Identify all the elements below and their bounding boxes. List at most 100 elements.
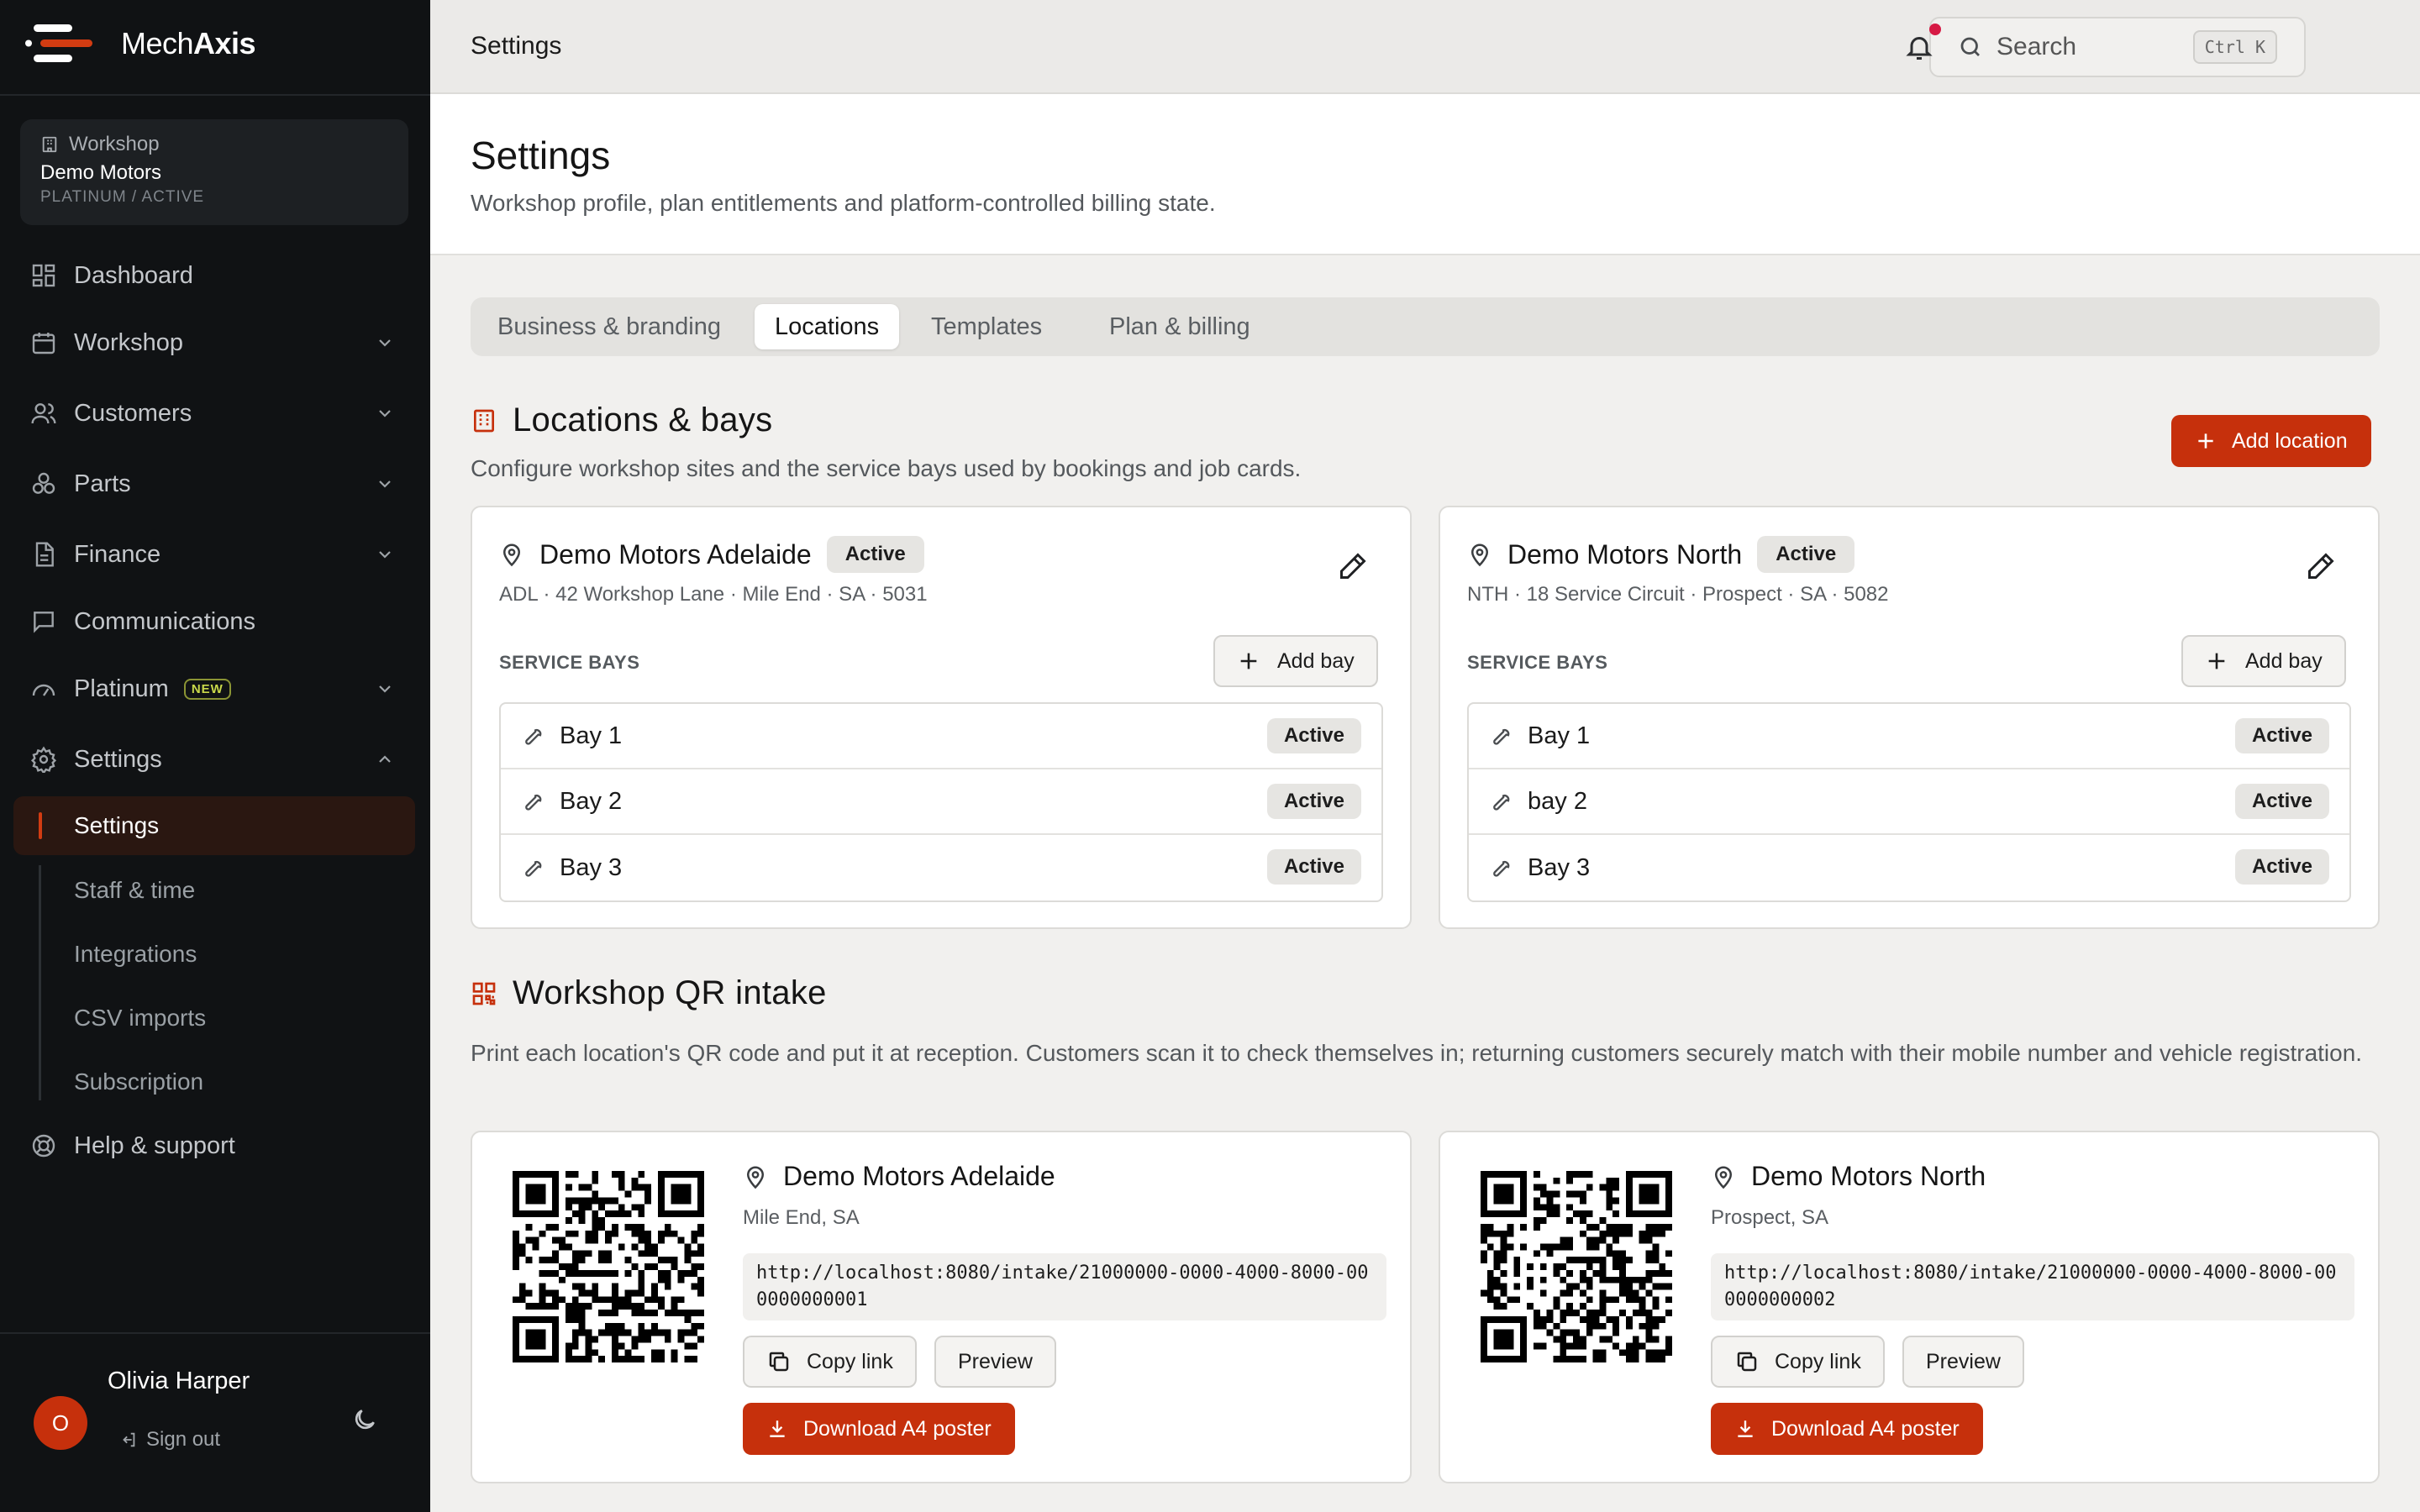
workspace-name: Demo Motors <box>40 161 162 184</box>
logo-icon <box>25 24 92 62</box>
nav-sub-subscription[interactable]: Subscription <box>34 1057 410 1107</box>
add-bay-button[interactable]: Add bay <box>1213 635 1378 687</box>
intake-url[interactable]: http://localhost:8080/intake/21000000-00… <box>743 1253 1386 1320</box>
bay-name: Bay 3 <box>1528 853 1591 881</box>
new-badge: NEW <box>183 678 231 700</box>
nav-label: Settings <box>74 812 160 838</box>
section-title: Locations & bays <box>513 402 773 438</box>
tab-business-branding[interactable]: Business & branding <box>477 304 741 349</box>
chevron-up-icon <box>379 755 391 763</box>
nav-settings[interactable]: Settings <box>13 732 415 786</box>
section-title: Workshop QR intake <box>513 974 827 1011</box>
notification-dot <box>1929 24 1941 35</box>
download-icon <box>770 1420 785 1437</box>
download-poster-button[interactable]: Download A4 poster <box>743 1403 1015 1455</box>
download-icon <box>1738 1420 1753 1437</box>
button-label: Download A4 poster <box>803 1416 992 1441</box>
intake-url[interactable]: http://localhost:8080/intake/21000000-00… <box>1711 1253 2354 1320</box>
bay-name: Bay 1 <box>1528 722 1591 749</box>
bay-row[interactable]: Bay 2 Active <box>501 769 1381 835</box>
chevron-down-icon <box>379 339 391 347</box>
button-label: Copy link <box>807 1349 893 1373</box>
moon-icon[interactable] <box>351 1406 378 1433</box>
location-name: Demo Motors North <box>1507 538 1743 570</box>
status-badge: Active <box>2234 849 2329 885</box>
nav-parts[interactable]: Parts <box>13 457 415 511</box>
nav-label: Workshop <box>74 328 184 356</box>
brand[interactable]: MechAxis <box>25 20 256 67</box>
nav-label: Settings <box>74 745 162 773</box>
preview-button[interactable]: Preview <box>1902 1336 2024 1388</box>
page-title: Settings <box>471 134 611 177</box>
locations-section-header: Locations & bays <box>471 402 772 439</box>
nav-sub-settings[interactable]: Settings <box>13 796 415 855</box>
bay-row[interactable]: Bay 1 Active <box>501 704 1381 769</box>
nav-sub-staff-time[interactable]: Staff & time <box>34 865 410 916</box>
search-input[interactable]: Search Ctrl K <box>1929 17 2306 77</box>
page-header: Settings Workshop profile, plan entitlem… <box>430 94 2420 255</box>
bay-row[interactable]: Bay 3 Active <box>501 835 1381 900</box>
add-bay-button[interactable]: Add bay <box>2181 635 2346 687</box>
bell-icon[interactable] <box>1904 32 1934 62</box>
status-badge: Active <box>1266 718 1361 753</box>
copy-link-button[interactable]: Copy link <box>1711 1336 1885 1388</box>
bay-name: Bay 2 <box>560 787 623 815</box>
location-locality: Prospect, SA <box>1711 1206 1829 1229</box>
edit-pencil-icon[interactable] <box>1338 551 1368 581</box>
tab-plan-billing[interactable]: Plan & billing <box>1089 304 1270 349</box>
preview-button[interactable]: Preview <box>934 1336 1056 1388</box>
edit-pencil-icon[interactable] <box>2306 551 2336 581</box>
tab-locations[interactable]: Locations <box>755 304 900 349</box>
download-poster-button[interactable]: Download A4 poster <box>1711 1403 1983 1455</box>
plus-icon <box>2198 433 2213 449</box>
location-address: NTH · 18 Service Circuit · Prospect · SA… <box>1467 583 1889 606</box>
logout-icon <box>123 1432 135 1447</box>
topbar-title: Settings <box>471 32 562 60</box>
bay-row[interactable]: Bay 3 Active <box>1469 835 2349 900</box>
button-label: Copy link <box>1775 1349 1861 1373</box>
nav-label: Help & support <box>74 1131 235 1159</box>
nav-workshop[interactable]: Workshop <box>13 316 415 370</box>
sign-out-link[interactable]: Sign out <box>119 1428 220 1452</box>
nav-communications[interactable]: Communications <box>13 595 415 648</box>
message-icon <box>34 612 54 633</box>
nav-sub-integrations[interactable]: Integrations <box>34 929 410 979</box>
add-location-button[interactable]: Add location <box>2171 415 2371 467</box>
search-placeholder: Search <box>1996 33 2077 60</box>
bay-row[interactable]: bay 2 Active <box>1469 769 2349 835</box>
button-label: Add bay <box>1277 648 1355 673</box>
document-icon <box>35 542 54 567</box>
qr-code-image <box>513 1171 704 1362</box>
workspace-switcher[interactable]: Workshop Demo Motors PLATINUM / ACTIVE <box>20 119 408 225</box>
nav-sub-csv-imports[interactable]: CSV imports <box>34 993 410 1043</box>
location-card: Demo Motors Adelaide Active ADL · 42 Wor… <box>471 506 1412 929</box>
chevron-down-icon <box>379 410 391 417</box>
button-label: Add bay <box>2245 648 2323 673</box>
tab-templates[interactable]: Templates <box>911 304 1062 349</box>
section-description: Configure workshop sites and the service… <box>471 455 1302 481</box>
location-name: Demo Motors North <box>1751 1161 1986 1191</box>
avatar[interactable]: O <box>34 1396 87 1450</box>
copy-link-button[interactable]: Copy link <box>743 1336 917 1388</box>
nav-label: Platinum <box>74 675 169 702</box>
qr-card: Demo Motors North Prospect, SA http://lo… <box>1439 1131 2380 1483</box>
nav-label: Customers <box>74 399 192 427</box>
gauge-icon <box>32 684 55 696</box>
nav-platinum[interactable]: Platinum NEW <box>13 662 415 716</box>
nav-help[interactable]: Help & support <box>13 1119 415 1173</box>
map-pin-icon <box>746 1166 765 1189</box>
bay-row[interactable]: Bay 1 Active <box>1469 704 2349 769</box>
nav-dashboard[interactable]: Dashboard <box>13 249 415 302</box>
location-name: Demo Motors Adelaide <box>783 1161 1055 1191</box>
bay-name: Bay 3 <box>560 853 623 881</box>
divider <box>0 1332 430 1334</box>
location-name: Demo Motors Adelaide <box>539 538 812 570</box>
button-label: Add location <box>2232 428 2348 453</box>
dashboard-icon <box>32 264 55 287</box>
location-address: ADL · 42 Workshop Lane · Mile End · SA ·… <box>499 583 928 606</box>
nav-finance[interactable]: Finance <box>13 528 415 581</box>
service-bays-label: SERVICE BAYS <box>499 652 640 673</box>
shortcut-hint: Ctrl K <box>2192 30 2277 64</box>
building-icon <box>474 409 494 432</box>
nav-customers[interactable]: Customers <box>13 386 415 440</box>
